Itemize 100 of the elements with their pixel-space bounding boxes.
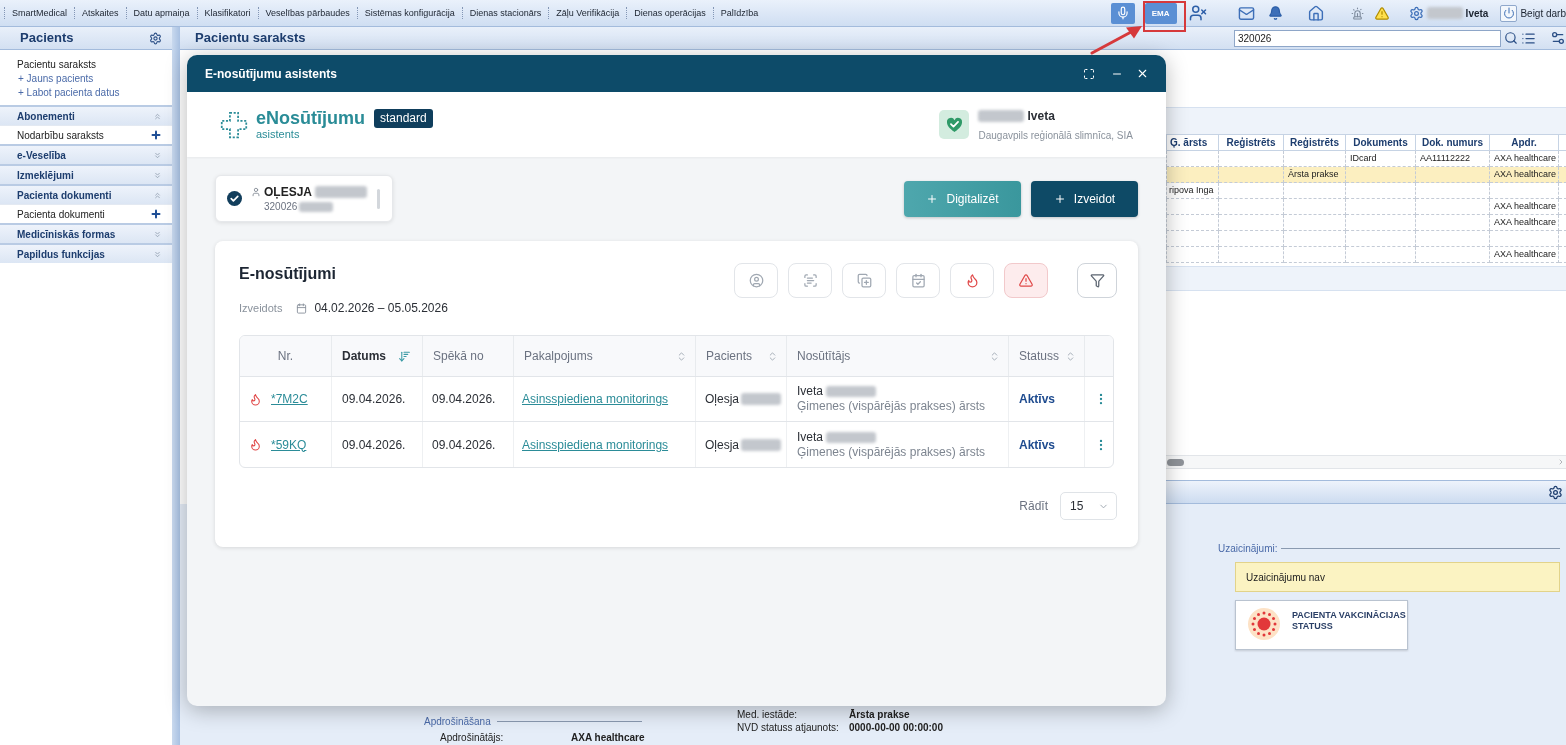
maximize-icon — [1083, 67, 1095, 80]
table-row[interactable]: AXA healthcare — [1166, 198, 1566, 215]
list-icon[interactable] — [1521, 30, 1536, 46]
scan-text-icon — [802, 273, 818, 288]
column-header: Nr. — [240, 336, 332, 376]
warning-button[interactable] — [1373, 5, 1390, 21]
search-icon[interactable] — [1504, 31, 1518, 45]
redaction-blur — [978, 109, 1025, 122]
search-field[interactable]: 320026 — [1234, 29, 1501, 47]
settings-icon[interactable] — [1548, 484, 1563, 500]
table-row[interactable]: Ārsta prakse AXA healthcare — [1166, 166, 1566, 183]
cross-logo-icon — [220, 110, 248, 139]
column-header[interactable]: Pacients — [696, 336, 787, 376]
section-header[interactable]: Medicīniskās formas — [0, 225, 172, 243]
page-link[interactable]: Pacientu saraksts — [0, 58, 172, 72]
table-cell: AXA healthcare — [1489, 246, 1559, 263]
column-header: Spēkā no — [423, 336, 514, 376]
field-label: Apdrošinātājs: — [440, 730, 505, 745]
page-size-select[interactable]: 15 — [1060, 492, 1117, 520]
bell-button[interactable] — [1267, 5, 1283, 21]
menu-item[interactable]: SmartMedical — [5, 6, 74, 20]
menu-item[interactable]: Klasifikatori — [197, 6, 258, 20]
brand-subtitle: asistents — [256, 128, 301, 140]
patient-name: Oļesja — [705, 391, 739, 408]
scrollbar[interactable] — [1166, 455, 1566, 469]
vaccination-status-card[interactable]: PACIENTA VAKCINĀCIJAS STATUSS — [1235, 600, 1408, 650]
referral-number-link[interactable]: *59KQ — [271, 435, 307, 454]
menu-item[interactable]: Sistēmas konfigurācija — [357, 6, 462, 20]
filter-button[interactable] — [734, 263, 778, 298]
filter-menu-button[interactable] — [1077, 263, 1117, 298]
column-header[interactable]: Reģistrēts — [1218, 134, 1284, 151]
redaction-blur — [299, 201, 334, 212]
section-header[interactable]: Papildus funkcijas — [0, 245, 172, 263]
settings-button[interactable] — [1408, 5, 1424, 21]
brand-name: eNosūtījumu — [256, 109, 365, 128]
section-header[interactable]: Pacienta dokumenti — [0, 186, 172, 204]
mail-button[interactable] — [1236, 4, 1256, 22]
section-header[interactable]: Izmeklējumi — [0, 166, 172, 184]
column-header[interactable]: Pakalpojums — [514, 336, 696, 376]
siren-button[interactable] — [1350, 5, 1364, 21]
table-cell: IDcard — [1345, 150, 1416, 167]
plus-icon — [1053, 192, 1066, 205]
calendar-check-icon — [910, 273, 926, 288]
annotation-arrow — [1090, 25, 1142, 55]
service-link[interactable]: Asinsspiediena monitorings — [522, 390, 669, 408]
settings-icon[interactable] — [149, 31, 162, 45]
mail-icon — [1236, 4, 1256, 22]
service-link[interactable]: Asinsspiediena monitorings — [522, 435, 669, 454]
table-cell-text: 09.04.2026. — [432, 391, 496, 408]
filter-button[interactable] — [842, 263, 886, 298]
column-header[interactable]: Statuss — [1009, 336, 1085, 376]
section-header[interactable]: e-Veselība — [0, 146, 172, 164]
menu-item[interactable]: Zāļu Verifikācija — [549, 6, 627, 20]
scroll-thumb[interactable] — [1167, 458, 1184, 466]
power-button[interactable] — [1500, 4, 1518, 22]
column-header[interactable]: Dokuments — [1345, 134, 1416, 151]
filter-button[interactable] — [1004, 263, 1048, 298]
menu-item[interactable]: Dienas stacionārs — [462, 6, 549, 20]
action-link[interactable]: + Jauns pacients — [0, 72, 172, 86]
column-header[interactable]: Apdr. — [1489, 134, 1559, 151]
microphone-button[interactable] — [1110, 2, 1135, 24]
settings-icon[interactable] — [1550, 30, 1566, 46]
patient-code: 320026 — [264, 200, 298, 213]
menu-item[interactable]: Atskaites — [75, 6, 126, 20]
calendar-icon — [296, 302, 308, 314]
table-row[interactable]: AXA healthcare — [1166, 246, 1566, 263]
table-cell: AXA healthcare — [1489, 214, 1559, 231]
patient-card[interactable]: OĻESJA 320026 — [215, 175, 393, 222]
column-header[interactable]: Nosūtītājs — [787, 336, 1009, 376]
section-header[interactable]: Abonementi — [0, 107, 172, 125]
filter-button[interactable] — [896, 263, 940, 298]
filter-button[interactable] — [950, 263, 994, 298]
menu-item[interactable]: Veselības pārbaudes — [258, 6, 357, 20]
field-label: Med. iestāde: — [737, 708, 799, 722]
table-cell-text: 09.04.2026. — [432, 436, 496, 454]
table-row[interactable]: ripova Inga — [1166, 182, 1566, 199]
page-size-label: Rādīt — [1019, 498, 1048, 515]
date-range: 04.02.2026 – 05.05.2026 — [314, 300, 448, 317]
action-link[interactable]: + Labot pacienta datus — [0, 86, 172, 100]
microphone-icon — [1115, 6, 1130, 20]
menu-item[interactable]: Palīdzība — [713, 6, 766, 20]
table-row[interactable]: AXA healthcare — [1166, 214, 1566, 231]
column-header[interactable]: Dok. numurs — [1415, 134, 1490, 151]
create-button[interactable]: Izveidot — [1031, 180, 1138, 217]
warning-icon — [1373, 5, 1390, 21]
table-cell: AA11112222 — [1415, 150, 1490, 167]
logout-button[interactable]: Beigt darb — [1520, 5, 1566, 21]
field-label: NVD statuss atjaunots: — [737, 721, 840, 735]
referral-number-link[interactable]: *7M2C — [271, 390, 308, 408]
user-x-icon — [1188, 4, 1207, 22]
sender-name: Iveta — [797, 384, 823, 399]
heart-check-icon — [939, 110, 970, 139]
patient-name: OĻESJA — [264, 184, 312, 199]
column-header[interactable]: Reģistrēts — [1283, 134, 1346, 151]
menu-item[interactable]: Dienas operācijas — [627, 6, 713, 20]
home-button[interactable] — [1306, 4, 1325, 22]
column-header[interactable]: Datums — [332, 336, 423, 376]
user-blocked-button[interactable] — [1188, 4, 1207, 22]
column-header[interactable]: Ģ. ārsts — [1166, 134, 1219, 151]
menu-item[interactable]: Datu apmaiņa — [126, 6, 197, 20]
